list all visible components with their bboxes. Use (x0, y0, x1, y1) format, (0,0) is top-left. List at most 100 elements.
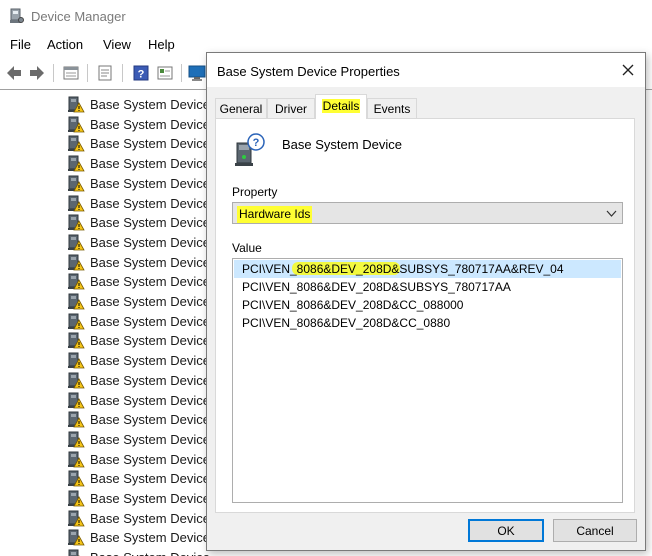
menu-file[interactable]: File (10, 37, 31, 52)
list-item[interactable]: PCI\VEN_8086&DEV_208D&CC_0880 (234, 314, 621, 332)
warning-device-icon (67, 154, 85, 172)
value-list[interactable]: PCI\VEN_8086&DEV_208D&SUBSYS_780717AA&RE… (232, 258, 623, 503)
warning-device-icon (67, 410, 85, 428)
device-manager-app-icon (9, 8, 24, 24)
warning-device-icon (67, 371, 85, 389)
ok-button[interactable]: OK (468, 519, 544, 542)
properties-icon[interactable] (95, 63, 115, 83)
toolbar-separator (53, 64, 54, 82)
warning-device-icon (67, 174, 85, 192)
warning-device-icon (67, 331, 85, 349)
warning-device-icon (67, 194, 85, 212)
back-arrow-icon[interactable] (4, 63, 24, 83)
tree-item-label: Base System Device (90, 254, 210, 270)
svg-text:?: ? (138, 69, 145, 81)
resources-view-icon[interactable] (155, 63, 175, 83)
toolbar-separator (122, 64, 123, 82)
warning-device-icon (67, 509, 85, 527)
device-name: Base System Device (282, 137, 402, 152)
value-text: PCI\VEN_8086&DEV_208D&CC_088000 (242, 298, 464, 312)
warning-device-icon (67, 213, 85, 231)
warning-device-icon (67, 528, 85, 546)
menu-help[interactable]: Help (148, 37, 175, 52)
tab-label: Driver (275, 102, 307, 116)
tab-strip: General Driver Details Events (215, 94, 639, 119)
window-title: Device Manager (31, 9, 126, 24)
help-icon[interactable]: ? (131, 63, 151, 83)
warning-device-icon (67, 115, 85, 133)
details-panel: ? Base System Device Property Hardware I… (215, 118, 635, 513)
warning-device-icon (67, 134, 85, 152)
tree-item-label: Base System Device (90, 313, 210, 329)
tree-item-label: Base System Device (90, 294, 210, 309)
warning-device-icon (67, 450, 85, 468)
tree-item-label: Base System Device (90, 175, 210, 191)
warning-device-icon (67, 489, 85, 507)
property-label: Property (232, 185, 278, 199)
warning-device-icon (67, 391, 85, 409)
toolbar-separator (181, 64, 182, 82)
tree-item-label: Base System Device (90, 510, 210, 526)
tree-item-label: Base System Device (90, 412, 210, 428)
warning-device-icon (67, 233, 85, 251)
tab-label: Events (373, 102, 411, 116)
tree-item-label: Base System Device (90, 530, 210, 546)
tree-item-label: Base System Device (90, 550, 210, 556)
list-item[interactable]: PCI\VEN_8086&DEV_208D&SUBSYS_780717AA&RE… (234, 260, 621, 278)
tree-item-label: Base System Device (90, 195, 210, 211)
value-label: Value (232, 241, 262, 255)
tree-item-label: Base System Device (90, 156, 210, 172)
device-manager-titlebar: Device Manager (0, 0, 652, 32)
forward-arrow-icon[interactable] (27, 63, 47, 83)
warning-device-icon (67, 95, 85, 113)
chevron-down-icon (606, 208, 617, 219)
warning-device-icon (67, 430, 85, 448)
tree-item-label: Base System Device (90, 353, 210, 369)
property-select[interactable]: Hardware Ids (232, 202, 623, 224)
warning-device-icon (67, 351, 85, 369)
tree-item-label: Base System Device (90, 372, 210, 388)
tree-item-label: Base System Device (90, 234, 210, 250)
tree-item-label: Base System Device (90, 97, 210, 112)
dialog-titlebar: Base System Device Properties (207, 53, 645, 87)
tab-details[interactable]: Details (315, 94, 367, 119)
tree-item-label: Base System Device (90, 116, 210, 132)
tab-general[interactable]: General (215, 98, 267, 118)
close-icon[interactable] (619, 61, 637, 79)
tree-item-label: Base System Device (90, 491, 210, 506)
warning-device-icon (67, 253, 85, 271)
value-text: PCI\VEN_8086&DEV_208D&SUBSYS_780717AA&RE… (242, 262, 564, 276)
tree-item-label: Base System Device (90, 136, 210, 152)
tree-item-label: Base System Device (90, 471, 210, 487)
tab-driver[interactable]: Driver (267, 98, 315, 118)
menu-view[interactable]: View (103, 37, 131, 52)
device-view-icon[interactable] (61, 63, 81, 83)
tab-label: Details (321, 99, 361, 113)
unknown-device-icon: ? (234, 133, 266, 167)
value-text: PCI\VEN_8086&DEV_208D&CC_0880 (242, 316, 451, 330)
monitor-icon[interactable] (187, 63, 207, 83)
tree-item-label: Base System Device (90, 274, 210, 290)
property-selected-value: Hardware Ids (237, 206, 313, 223)
list-item[interactable]: PCI\VEN_8086&DEV_208D&CC_088000 (234, 296, 621, 314)
tree-item-label: Base System Device (90, 333, 210, 349)
tree-item-label: Base System Device (90, 392, 210, 408)
toolbar-separator (87, 64, 88, 82)
menu-action[interactable]: Action (47, 37, 83, 52)
warning-device-icon (67, 292, 85, 310)
list-item[interactable]: PCI\VEN_8086&DEV_208D&SUBSYS_780717AA (234, 278, 621, 296)
warning-device-icon (67, 272, 85, 290)
tree-item-label: Base System Device (90, 451, 210, 467)
warning-device-icon (67, 312, 85, 330)
value-text: PCI\VEN_8086&DEV_208D&SUBSYS_780717AA (242, 280, 511, 294)
dialog-title: Base System Device Properties (217, 64, 400, 79)
tree-item-label: Base System Device (90, 431, 210, 447)
tab-events[interactable]: Events (367, 98, 417, 118)
tree-item-label: Base System Device (90, 215, 210, 231)
properties-dialog: Base System Device Properties General Dr… (206, 52, 646, 551)
svg-text:?: ? (253, 137, 260, 149)
warning-device-icon (67, 548, 85, 556)
tab-label: General (219, 102, 263, 116)
cancel-button[interactable]: Cancel (553, 519, 637, 542)
warning-device-icon (67, 469, 85, 487)
